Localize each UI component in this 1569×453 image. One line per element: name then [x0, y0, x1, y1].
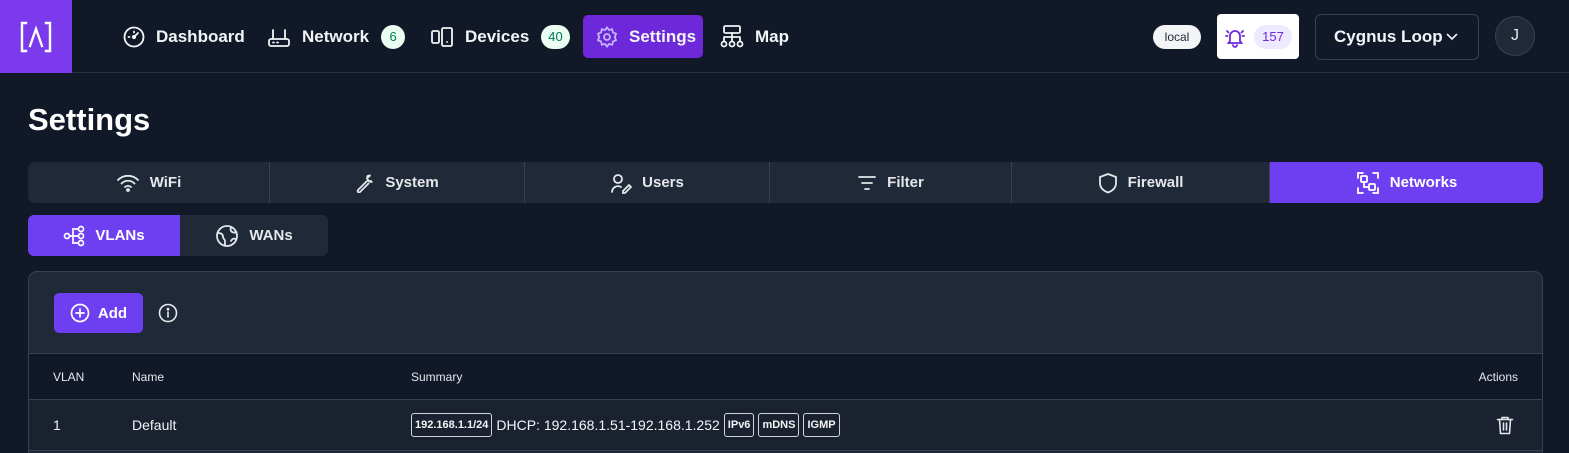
- tab-users-label: Users: [642, 174, 684, 191]
- subtab-vlans-label: VLANs: [95, 227, 145, 244]
- networks-icon: [1356, 171, 1379, 194]
- gauge-icon: [123, 26, 145, 47]
- chevron-down-icon: [1446, 33, 1458, 41]
- nav-devices-label: Devices: [465, 26, 530, 46]
- tab-filter[interactable]: Filter: [770, 162, 1012, 203]
- network-subtabs: VLANs WANs: [28, 215, 328, 256]
- subtab-vlans[interactable]: VLANs: [28, 215, 180, 256]
- gear-icon: [596, 25, 618, 48]
- router-icon: [268, 28, 290, 47]
- alerts-count-badge: 157: [1254, 24, 1292, 49]
- add-vlan-button[interactable]: Add: [54, 293, 143, 333]
- nav-network[interactable]: Network 6: [254, 15, 417, 58]
- table-row[interactable]: 1 Default 192.168.1.1/24 DHCP: 192.168.1…: [29, 399, 1542, 451]
- dhcp-range: DHCP: 192.168.1.51-192.168.1.252: [496, 417, 720, 433]
- devices-icon: [431, 26, 453, 47]
- vlan-card: Add VLAN Name Summary Actions 1 Default …: [28, 271, 1543, 453]
- tab-system-label: System: [385, 174, 439, 191]
- top-nav-bar: Dashboard Network 6 Devices 40 Settings: [0, 0, 1569, 73]
- subtab-wans[interactable]: WANs: [180, 215, 328, 256]
- site-name: Cygnus Loop: [1334, 27, 1443, 46]
- wrench-icon: [357, 174, 374, 193]
- shield-icon: [1098, 172, 1117, 193]
- column-vlan[interactable]: VLAN: [53, 370, 84, 384]
- share-nodes-icon: [64, 225, 85, 246]
- vlan-id: 1: [53, 417, 61, 433]
- logo-icon: [20, 21, 52, 52]
- column-actions: Actions: [1478, 370, 1518, 384]
- app-logo[interactable]: [0, 0, 72, 73]
- plus-circle-icon: [70, 303, 90, 323]
- column-name[interactable]: Name: [132, 370, 164, 384]
- mdns-chip: mDNS: [758, 413, 800, 437]
- tab-networks[interactable]: Networks: [1270, 162, 1543, 203]
- nav-map[interactable]: Map: [707, 15, 801, 58]
- tab-wifi[interactable]: WiFi: [28, 162, 270, 203]
- topology-icon: [720, 24, 744, 47]
- tab-users[interactable]: Users: [525, 162, 770, 203]
- ipv6-chip: IPv6: [723, 413, 755, 437]
- nav-devices[interactable]: Devices 40: [417, 15, 582, 58]
- tab-wifi-label: WiFi: [149, 174, 182, 191]
- column-summary[interactable]: Summary: [411, 370, 462, 384]
- tab-networks-label: Networks: [1389, 174, 1458, 191]
- nav-settings[interactable]: Settings: [583, 15, 703, 58]
- bell-ringing-icon: [1225, 29, 1246, 48]
- tab-system[interactable]: System: [270, 162, 525, 203]
- nav-settings-label: Settings: [629, 26, 697, 46]
- add-vlan-label: Add: [97, 304, 128, 322]
- devices-count-badge: 40: [541, 24, 570, 49]
- alerts-button[interactable]: 157: [1217, 14, 1299, 59]
- local-badge: local: [1153, 25, 1201, 49]
- site-selector[interactable]: Cygnus Loop: [1315, 14, 1479, 60]
- tab-firewall[interactable]: Firewall: [1012, 162, 1270, 203]
- tab-filter-label: Filter: [887, 174, 924, 191]
- user-avatar[interactable]: J: [1495, 16, 1535, 56]
- nav-dashboard-label: Dashboard: [156, 26, 245, 46]
- filter-icon: [858, 175, 877, 190]
- info-icon[interactable]: [158, 303, 178, 323]
- nav-dashboard[interactable]: Dashboard: [110, 15, 257, 58]
- settings-tabs: WiFi System Users Filter Firewall Networ…: [28, 162, 1543, 203]
- network-count-badge: 6: [381, 24, 406, 49]
- nav-map-label: Map: [755, 26, 789, 46]
- globe-icon: [216, 224, 239, 247]
- igmp-chip: IGMP: [803, 413, 840, 437]
- wifi-icon: [116, 174, 139, 192]
- nav-network-label: Network: [302, 26, 370, 46]
- page-title: Settings: [28, 102, 151, 137]
- trash-icon[interactable]: [1496, 415, 1514, 435]
- users-icon: [611, 173, 633, 194]
- cidr-chip: 192.168.1.1/24: [411, 413, 493, 437]
- table-header: VLAN Name Summary Actions: [29, 353, 1542, 399]
- tab-firewall-label: Firewall: [1127, 174, 1184, 191]
- subtab-wans-label: WANs: [249, 227, 293, 244]
- vlan-summary: 192.168.1.1/24 DHCP: 192.168.1.51-192.16…: [411, 413, 840, 437]
- vlan-name: Default: [132, 417, 177, 433]
